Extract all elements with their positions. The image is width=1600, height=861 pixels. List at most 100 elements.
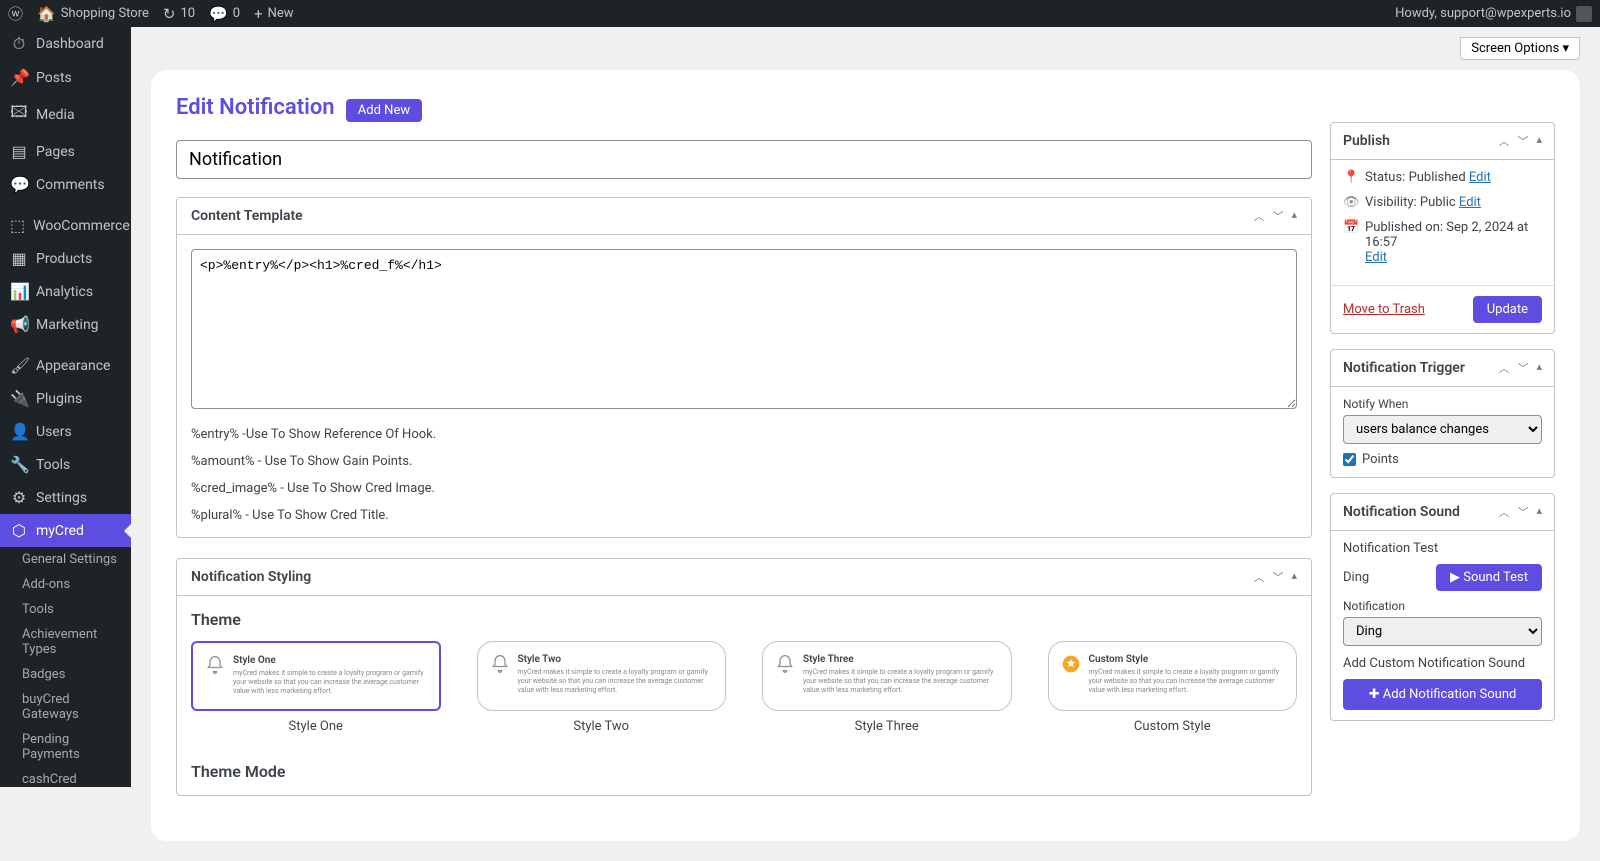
content-template-box: Content Template ︿ ﹀ ▴ <p>%entry%</p><h1>%…	[176, 197, 1312, 538]
caret-up-icon[interactable]: ▴	[1536, 504, 1542, 520]
chevron-up-icon[interactable]: ︿	[1253, 208, 1264, 224]
admin-bar: ⓦ 🏠Shopping Store ↻10 💬0 +New Howdy, sup…	[0, 0, 1600, 27]
sidebar-item-settings[interactable]: ⚙Settings	[0, 481, 131, 514]
menu-icon: 📢	[10, 315, 28, 334]
notification-sound-select[interactable]: Ding	[1343, 617, 1542, 646]
submenu-item-badges[interactable]: Badges	[12, 662, 131, 687]
screen-options-button[interactable]: Screen Options ▾	[1460, 37, 1580, 60]
caret-up-icon[interactable]: ▴	[1291, 569, 1297, 585]
submenu-item-buycred-gateways[interactable]: buyCred Gateways	[12, 687, 131, 727]
star-icon	[1061, 654, 1081, 674]
theme-card-style-two[interactable]: Style TwomyCred makes it simple to creat…	[477, 641, 727, 711]
notify-when-label: Notify When	[1343, 397, 1542, 411]
chevron-down-icon[interactable]: ﹀	[1517, 360, 1528, 376]
chevron-down-icon[interactable]: ﹀	[1517, 133, 1528, 149]
edit-date-link[interactable]: Edit	[1365, 250, 1387, 265]
theme-card-style-one[interactable]: Style OnemyCred makes it simple to creat…	[191, 641, 441, 711]
menu-icon: 📌	[10, 68, 28, 87]
styling-heading: Notification Styling	[191, 569, 1253, 585]
content-template-textarea[interactable]: <p>%entry%</p><h1>%cred_f%</h1>	[191, 249, 1297, 409]
calendar-icon: 📅	[1343, 220, 1359, 235]
chevron-down-icon[interactable]: ﹀	[1272, 569, 1283, 585]
submenu-item-achievement-types[interactable]: Achievement Types	[12, 622, 131, 662]
howdy-link[interactable]: Howdy, support@wpexperts.io	[1395, 6, 1592, 22]
sidebar-item-marketing[interactable]: 📢Marketing	[0, 308, 131, 341]
publish-heading: Publish	[1343, 133, 1498, 149]
menu-icon: 🔌	[10, 389, 28, 408]
menu-icon: 👤	[10, 422, 28, 441]
theme-mode-heading: Theme Mode	[191, 762, 1297, 781]
menu-icon: 🔧	[10, 455, 28, 474]
sidebar-item-dashboard[interactable]: ⏱Dashboard	[0, 27, 131, 61]
sidebar-item-plugins[interactable]: 🔌Plugins	[0, 382, 131, 415]
sidebar-item-mycred[interactable]: ⬡myCred	[0, 514, 131, 547]
sidebar-item-woocommerce[interactable]: ⬚WooCommerce	[0, 209, 131, 242]
sidebar-item-products[interactable]: ▦Products	[0, 242, 131, 275]
wp-logo[interactable]: ⓦ	[8, 3, 23, 24]
template-hint: %plural% - Use To Show Cred Title.	[191, 508, 1297, 523]
add-notification-sound-button[interactable]: ✚ Add Notification Sound	[1343, 679, 1542, 710]
menu-icon: ▤	[10, 142, 28, 161]
notification-title-input[interactable]	[176, 140, 1312, 179]
update-button[interactable]: Update	[1473, 296, 1542, 323]
menu-icon: 🖌	[10, 356, 28, 375]
template-hint: %amount% - Use To Show Gain Points.	[191, 454, 1297, 469]
template-hint: %cred_image% - Use To Show Cred Image.	[191, 481, 1297, 496]
trigger-heading: Notification Trigger	[1343, 360, 1498, 376]
theme-label: Style Three	[762, 719, 1012, 734]
chevron-up-icon[interactable]: ︿	[1498, 133, 1509, 149]
theme-card-custom-style[interactable]: Custom StylemyCred makes it simple to cr…	[1048, 641, 1298, 711]
main-content: Screen Options ▾ Edit Notification Add N…	[131, 27, 1600, 861]
notification-trigger-box: Notification Trigger ︿ ﹀ ▴ Notify When use…	[1330, 349, 1555, 478]
notify-when-select[interactable]: users balance changes	[1343, 415, 1542, 444]
sound-test-button[interactable]: ▶ Sound Test	[1436, 564, 1542, 591]
notification-sound-box: Notification Sound ︿﹀▴ Notification Test…	[1330, 493, 1555, 721]
move-to-trash-link[interactable]: Move to Trash	[1343, 302, 1425, 317]
theme-card-style-three[interactable]: Style ThreemyCred makes it simple to cre…	[762, 641, 1012, 711]
edit-status-link[interactable]: Edit	[1469, 170, 1491, 185]
sidebar-item-tools[interactable]: 🔧Tools	[0, 448, 131, 481]
chevron-up-icon[interactable]: ︿	[1253, 569, 1264, 585]
theme-heading: Theme	[191, 610, 1297, 629]
content-template-heading: Content Template	[191, 208, 1253, 224]
edit-visibility-link[interactable]: Edit	[1459, 195, 1481, 210]
points-checkbox[interactable]	[1343, 453, 1356, 466]
caret-up-icon[interactable]: ▴	[1291, 208, 1297, 224]
sidebar-item-pages[interactable]: ▤Pages	[0, 135, 131, 168]
chevron-up-icon[interactable]: ︿	[1498, 360, 1509, 376]
menu-icon: 🖾	[10, 101, 28, 128]
points-label: Points	[1362, 452, 1399, 467]
submenu-item-add-ons[interactable]: Add-ons	[12, 572, 131, 597]
page-title: Edit Notification	[176, 95, 335, 120]
theme-label: Style Two	[477, 719, 727, 734]
sidebar-item-posts[interactable]: 📌Posts	[0, 61, 131, 94]
chevron-down-icon[interactable]: ﹀	[1517, 504, 1528, 520]
notification-sound-label: Notification	[1343, 599, 1542, 613]
sidebar-item-appearance[interactable]: 🖌Appearance	[0, 349, 131, 382]
sidebar-item-analytics[interactable]: 📊Analytics	[0, 275, 131, 308]
submenu-item-pending-payments[interactable]: Pending Payments	[12, 727, 131, 767]
bell-icon	[775, 654, 795, 674]
menu-icon: 📊	[10, 282, 28, 301]
sidebar-item-users[interactable]: 👤Users	[0, 415, 131, 448]
comments-link[interactable]: 💬0	[209, 5, 240, 23]
submenu-item-general-settings[interactable]: General Settings	[12, 547, 131, 572]
site-link[interactable]: 🏠Shopping Store	[37, 5, 149, 23]
eye-icon: 👁	[1343, 195, 1359, 210]
new-content-link[interactable]: +New	[254, 5, 293, 23]
sidebar-item-media[interactable]: 🖾Media	[0, 94, 131, 135]
publish-box: Publish ︿﹀▴ 📍Status: Published Edit 👁Vis…	[1330, 122, 1555, 334]
submenu-item-tools[interactable]: Tools	[12, 597, 131, 622]
theme-label: Style One	[191, 719, 441, 734]
caret-up-icon[interactable]: ▴	[1536, 360, 1542, 376]
chevron-down-icon[interactable]: ﹀	[1272, 208, 1283, 224]
submenu-item-cashcred-gateways[interactable]: cashCred Gateways	[12, 767, 131, 787]
updates-link[interactable]: ↻10	[163, 5, 195, 23]
template-hint: %entry% -Use To Show Reference Of Hook.	[191, 427, 1297, 442]
add-new-button[interactable]: Add New	[346, 99, 422, 122]
chevron-up-icon[interactable]: ︿	[1498, 504, 1509, 520]
caret-up-icon[interactable]: ▴	[1536, 133, 1542, 149]
menu-icon: ⬡	[10, 521, 28, 540]
sidebar-item-comments[interactable]: 💬Comments	[0, 168, 131, 201]
add-custom-sound-label: Add Custom Notification Sound	[1343, 656, 1542, 671]
